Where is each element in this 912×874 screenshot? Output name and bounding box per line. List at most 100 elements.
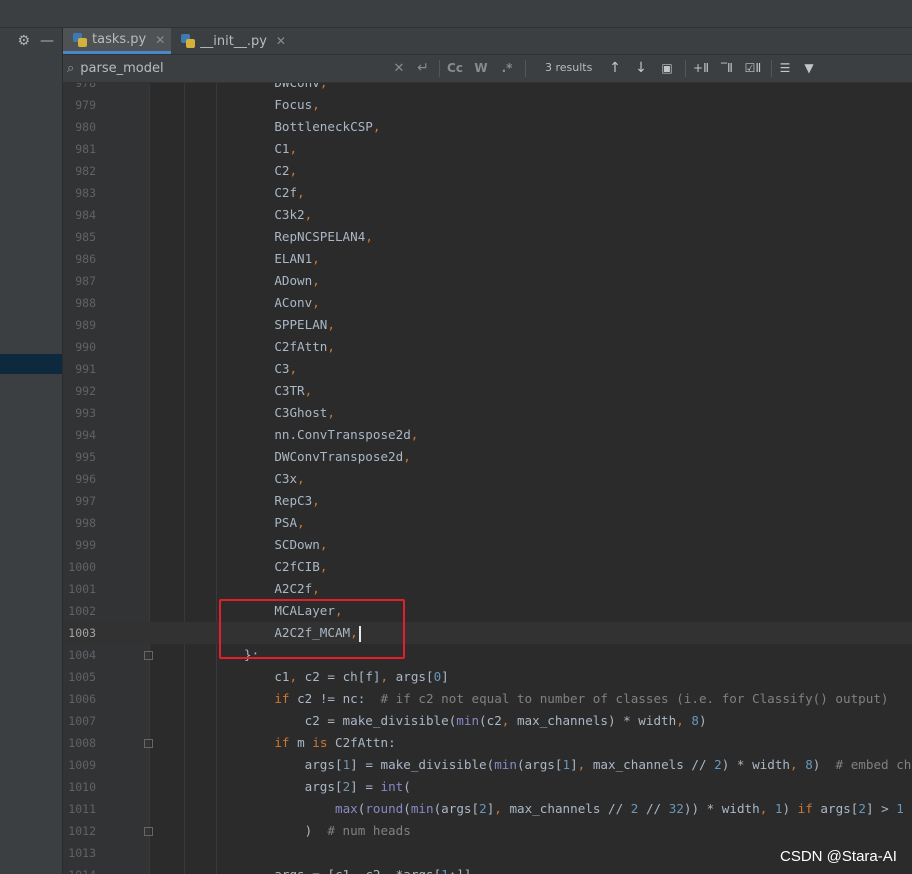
line-number: 992 — [75, 384, 96, 398]
code-line[interactable]: 1007 c2 = make_divisible(min(c2, max_cha… — [63, 710, 912, 732]
code-text: SPPELAN, — [153, 317, 335, 332]
code-line[interactable]: 997 RepC3, — [63, 490, 912, 512]
code-line[interactable]: 1011 max(round(min(args[2], max_channels… — [63, 798, 912, 820]
code-text: AConv, — [153, 295, 320, 310]
code-line[interactable]: 989 SPPELAN, — [63, 314, 912, 336]
code-text: Focus, — [153, 97, 320, 112]
code-editor[interactable]: 978 DWConv,979 Focus,980 BottleneckCSP,9… — [63, 83, 912, 874]
code-line[interactable]: 999 SCDown, — [63, 534, 912, 556]
tab-tasks-py[interactable]: tasks.py ✕ — [63, 28, 172, 54]
close-icon[interactable]: ✕ — [276, 34, 286, 48]
code-line[interactable]: 995 DWConvTranspose2d, — [63, 446, 912, 468]
code-text: if c2 != nc: # if c2 not equal to number… — [274, 691, 889, 706]
line-number: 1014 — [63, 864, 96, 874]
line-number: 1004 — [68, 648, 96, 662]
code-line[interactable]: 982 C2, — [63, 160, 912, 182]
code-line[interactable]: 1009 args[1] = make_divisible(min(args[1… — [63, 754, 912, 776]
code-line[interactable]: 978 DWConv, — [63, 83, 912, 94]
separator — [439, 60, 440, 77]
watermark: CSDN @Stara-AI — [780, 848, 897, 865]
code-line[interactable]: 1012 ) # num heads — [63, 820, 912, 842]
code-line[interactable]: 994 nn.ConvTranspose2d, — [63, 424, 912, 446]
line-number: 986 — [75, 252, 96, 266]
line-number: 990 — [75, 340, 96, 354]
code-text: max(round(min(args[2], max_channels // 2… — [334, 801, 912, 816]
line-number: 989 — [75, 318, 96, 332]
code-text: C2fCIB, — [153, 559, 328, 574]
python-file-icon — [181, 34, 196, 48]
code-line[interactable]: 1008 if m is C2fAttn: — [63, 732, 912, 754]
code-line[interactable]: 981 C1, — [63, 138, 912, 160]
fold-marker-icon[interactable] — [144, 651, 153, 660]
line-number: 999 — [75, 538, 96, 552]
code-line[interactable]: 1001 A2C2f, — [63, 578, 912, 600]
add-occurrence-icon[interactable]: +Ⅱ — [691, 58, 711, 79]
code-line[interactable]: 1006 if c2 != nc: # if c2 not equal to n… — [63, 688, 912, 710]
words-button[interactable]: W — [471, 58, 491, 79]
code-text: args[2] = int( — [153, 779, 411, 794]
line-number: 1010 — [68, 780, 96, 794]
line-number: 1007 — [68, 714, 96, 728]
code-line[interactable]: 1000 C2fCIB, — [63, 556, 912, 578]
selected-tree-item[interactable] — [0, 354, 62, 374]
code-line[interactable]: 986 ELAN1, — [63, 248, 912, 270]
code-text: c2 = make_divisible(min(c2, max_channels… — [153, 713, 707, 728]
separator — [771, 60, 772, 77]
python-file-icon — [73, 32, 87, 47]
code-text: args = [c1, c2, *args[1:]] — [153, 864, 471, 874]
separator — [525, 60, 526, 77]
code-text: RepC3, — [153, 493, 320, 508]
line-number: 996 — [75, 472, 96, 486]
code-line[interactable]: 984 C3k2, — [63, 204, 912, 226]
code-line[interactable]: 1005 c1, c2 = ch[f], args[0] — [63, 666, 912, 688]
new-line-icon[interactable]: ↵ — [413, 58, 433, 79]
close-icon[interactable]: ✕ — [155, 33, 165, 47]
line-number: 995 — [75, 450, 96, 464]
tab-init-py[interactable]: __init__.py ✕ — [171, 28, 292, 54]
clear-icon[interactable]: ✕ — [389, 58, 409, 79]
code-line[interactable]: 1010 args[2] = int( — [63, 776, 912, 798]
open-in-window-icon[interactable]: ▣ — [657, 58, 677, 79]
code-line[interactable]: 1004 }: — [63, 644, 912, 666]
line-number: 985 — [75, 230, 96, 244]
search-icon[interactable]: ⌕ — [67, 61, 74, 76]
regex-button[interactable]: .* — [497, 58, 517, 79]
code-line[interactable]: 990 C2fAttn, — [63, 336, 912, 358]
gear-icon[interactable]: ⚙ — [17, 34, 30, 48]
code-line[interactable]: 996 C3x, — [63, 468, 912, 490]
code-line[interactable]: 992 C3TR, — [63, 380, 912, 402]
code-line[interactable]: 979 Focus, — [63, 94, 912, 116]
minimize-icon[interactable]: — — [40, 34, 54, 48]
code-line[interactable]: 1003 A2C2f_MCAM, — [63, 622, 912, 644]
code-line[interactable]: 1002 MCALayer, — [63, 600, 912, 622]
search-query: parse_model — [80, 61, 164, 76]
code-line[interactable]: 988 AConv, — [63, 292, 912, 314]
code-line[interactable]: 993 C3Ghost, — [63, 402, 912, 424]
line-number: 1005 — [68, 670, 96, 684]
filter-icon[interactable]: ▼ — [799, 58, 819, 79]
code-line[interactable]: 991 C3, — [63, 358, 912, 380]
code-line[interactable]: 980 BottleneckCSP, — [63, 116, 912, 138]
fold-marker-icon[interactable] — [144, 739, 153, 748]
match-case-button[interactable]: Cc — [445, 58, 465, 79]
code-line[interactable]: 998 PSA, — [63, 512, 912, 534]
line-number: 982 — [75, 164, 96, 178]
line-number: 997 — [75, 494, 96, 508]
panel-toolbar: ⚙ — — [0, 28, 62, 54]
search-input[interactable]: ⌕ parse_model — [67, 58, 437, 79]
code-text: ADown, — [153, 273, 320, 288]
select-all-occurrences-icon[interactable]: ☑Ⅱ — [743, 58, 763, 79]
code-line[interactable]: 983 C2f, — [63, 182, 912, 204]
arrow-up-icon[interactable]: ↑ — [605, 58, 625, 79]
code-text: if m is C2fAttn: — [274, 735, 396, 750]
fold-marker-icon[interactable] — [144, 827, 153, 836]
line-number: 1001 — [68, 582, 96, 596]
remove-occurrence-icon[interactable]: ‾Ⅱ — [717, 58, 737, 79]
code-line[interactable]: 987 ADown, — [63, 270, 912, 292]
arrow-down-icon[interactable]: ↓ — [631, 58, 651, 79]
line-number: 983 — [75, 186, 96, 200]
code-line[interactable]: 1014 args = [c1, c2, *args[1:]] — [63, 864, 912, 874]
filter-options-icon[interactable]: ☰ — [775, 58, 795, 79]
code-text: ) # num heads — [153, 823, 411, 838]
code-line[interactable]: 985 RepNCSPELAN4, — [63, 226, 912, 248]
